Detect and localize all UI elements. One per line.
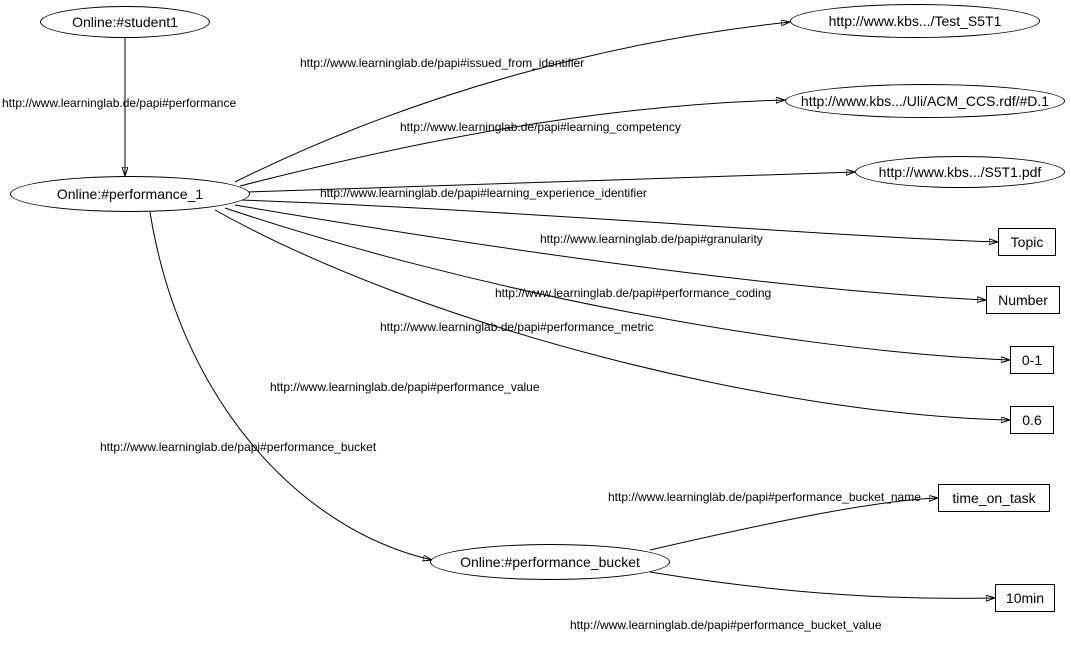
edge-performance-bucket-value [650, 572, 995, 598]
node-student1: Online:#student1 [40, 6, 210, 38]
node-zero-six-label: 0.6 [1022, 412, 1041, 428]
node-s5t1-pdf: http://www.kbs.../S5T1.pdf [855, 156, 1065, 188]
node-performance-bucket-label: Online:#performance_bucket [460, 554, 640, 570]
edge-issued-from-identifier [235, 22, 790, 182]
node-zero-one: 0-1 [1010, 346, 1054, 374]
node-time-on-task-label: time_on_task [952, 490, 1035, 506]
edge-label-learning-competency: http://www.learninglab.de/papi#learning_… [400, 120, 681, 134]
edge-label-granularity: http://www.learninglab.de/papi#granulari… [540, 232, 763, 246]
node-test-s5t1-label: http://www.kbs.../Test_S5T1 [829, 13, 1002, 29]
node-topic-label: Topic [1011, 234, 1044, 250]
node-time-on-task: time_on_task [938, 484, 1050, 512]
node-acm-ccs-label: http://www.kbs.../Uli/ACM_CCS.rdf/#D.1 [801, 93, 1049, 109]
node-topic: Topic [998, 228, 1056, 256]
rdf-graph-canvas: Online:#student1 Online:#performance_1 O… [0, 0, 1071, 652]
node-number: Number [986, 286, 1060, 314]
node-test-s5t1: http://www.kbs.../Test_S5T1 [790, 4, 1040, 38]
node-zero-six: 0.6 [1010, 406, 1054, 434]
node-ten-min-label: 10min [1006, 590, 1044, 606]
node-acm-ccs: http://www.kbs.../Uli/ACM_CCS.rdf/#D.1 [785, 84, 1065, 118]
edge-label-performance: http://www.learninglab.de/papi#performan… [2, 96, 236, 110]
edge-performance-metric [225, 208, 1010, 360]
node-student1-label: Online:#student1 [72, 14, 178, 30]
node-performance1-label: Online:#performance_1 [57, 186, 203, 202]
edge-label-issued-from-identifier: http://www.learninglab.de/papi#issued_fr… [300, 56, 584, 70]
edge-performance-bucket-name [650, 498, 938, 550]
edge-label-performance-bucket-name: http://www.learninglab.de/papi#performan… [608, 490, 921, 504]
node-s5t1-pdf-label: http://www.kbs.../S5T1.pdf [879, 164, 1042, 180]
edge-label-learning-experience-identifier: http://www.learninglab.de/papi#learning_… [320, 186, 647, 200]
edge-label-performance-bucket: http://www.learninglab.de/papi#performan… [100, 440, 376, 454]
edge-label-performance-metric: http://www.learninglab.de/papi#performan… [380, 320, 653, 334]
edge-label-performance-value: http://www.learninglab.de/papi#performan… [270, 380, 540, 394]
node-performance1: Online:#performance_1 [10, 176, 250, 212]
node-zero-one-label: 0-1 [1022, 352, 1042, 368]
edge-label-performance-bucket-value: http://www.learninglab.de/papi#performan… [570, 618, 882, 632]
node-ten-min: 10min [995, 584, 1055, 612]
edge-label-performance-coding: http://www.learninglab.de/papi#performan… [495, 286, 771, 300]
node-number-label: Number [998, 292, 1048, 308]
edge-learning-competency [240, 100, 785, 186]
node-performance-bucket: Online:#performance_bucket [430, 544, 670, 580]
